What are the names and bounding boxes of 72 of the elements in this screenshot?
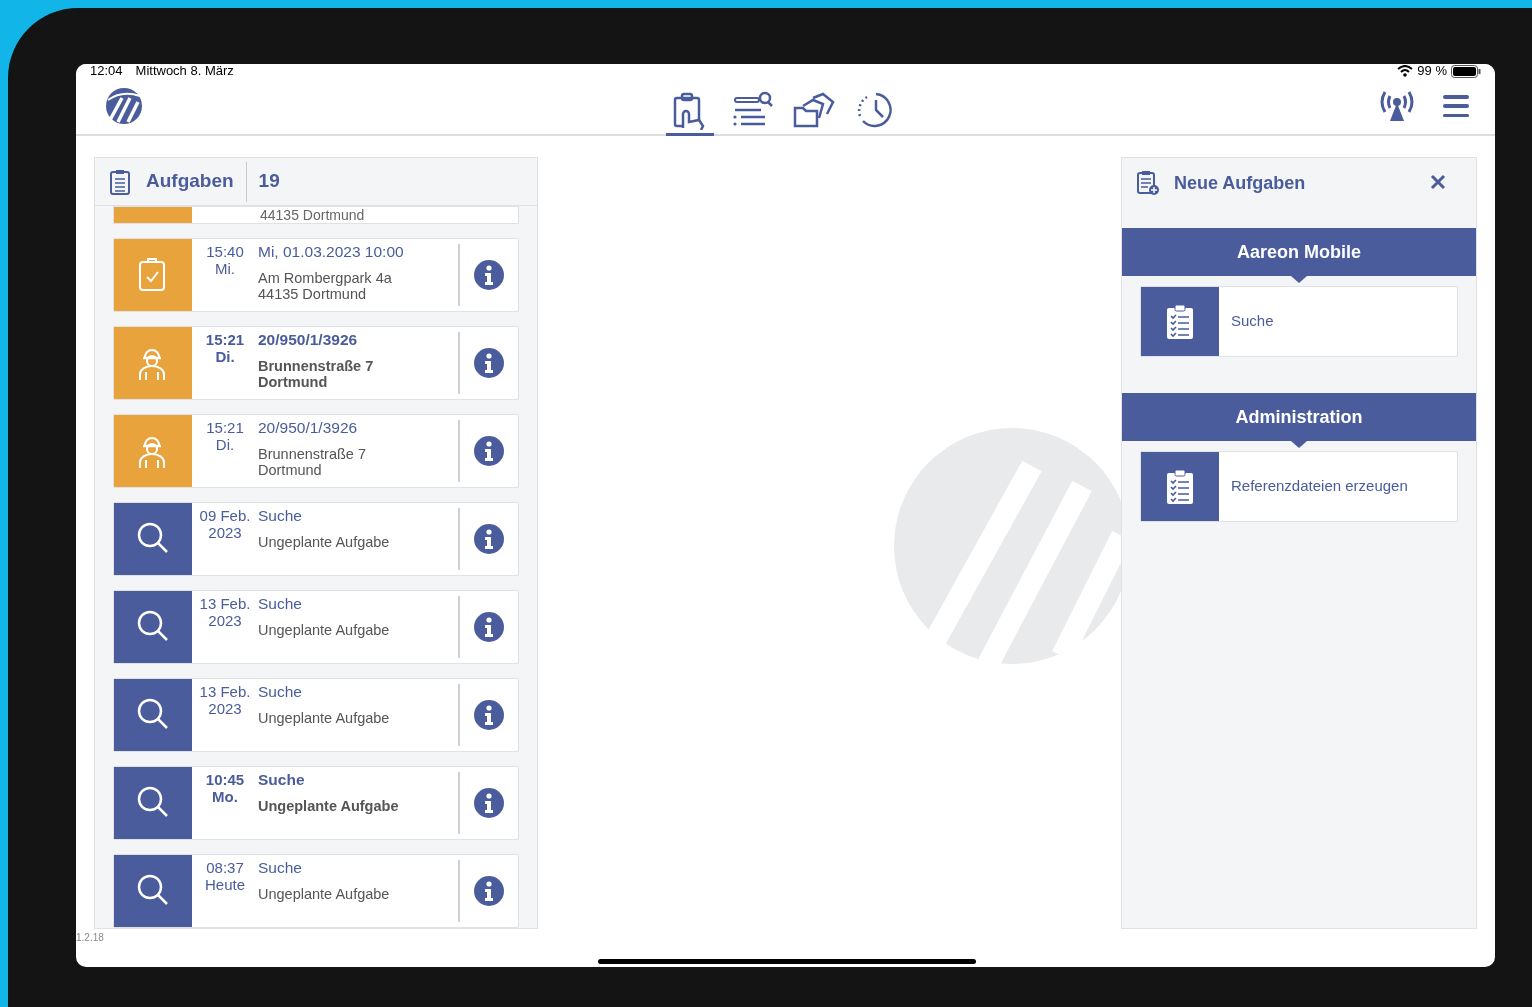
section-header: Aareon Mobile bbox=[1122, 228, 1476, 276]
task-day: Di. bbox=[215, 348, 235, 365]
panel-title: Neue Aufgaben bbox=[1174, 172, 1306, 195]
task-address: 44135 Dortmund bbox=[260, 207, 365, 223]
wifi-icon bbox=[1397, 65, 1414, 77]
folders-icon bbox=[793, 90, 835, 130]
task-day: 2023 bbox=[208, 524, 242, 541]
task-time: 15:21 bbox=[205, 331, 245, 348]
task-row[interactable]: 15:21 Di. 20/950/1/3926 Brunnenstraße 7 Dortmund bbox=[113, 414, 519, 488]
task-title: 20/950/1/3926 bbox=[258, 419, 359, 437]
battery-percent: 99 % bbox=[1417, 64, 1447, 81]
status-time: 12:04 bbox=[90, 64, 123, 81]
info-icon bbox=[473, 875, 505, 907]
clipboard-add-icon bbox=[1136, 170, 1160, 196]
menu-button[interactable] bbox=[1443, 95, 1469, 117]
battery-icon bbox=[1451, 64, 1481, 78]
task-time: 09 Feb. bbox=[199, 507, 251, 524]
task-title: Suche bbox=[258, 859, 303, 877]
task-time: 10:45 bbox=[205, 771, 245, 788]
task-title: Suche bbox=[258, 507, 303, 525]
section-header: Administration bbox=[1122, 393, 1476, 441]
task-count: 19 bbox=[258, 169, 280, 194]
version-label: 1.2.18 bbox=[76, 931, 104, 945]
checklist-icon bbox=[1166, 468, 1194, 505]
task-title: Suche bbox=[258, 771, 306, 789]
task-row[interactable]: 09 Feb. 2023 Suche Ungeplante Aufgabe bbox=[113, 502, 519, 576]
info-icon bbox=[473, 611, 505, 643]
task-time: 15:40 bbox=[206, 243, 244, 260]
info-icon bbox=[473, 699, 505, 731]
info-icon bbox=[473, 787, 505, 819]
close-icon[interactable] bbox=[1430, 174, 1446, 190]
new-task-item[interactable]: Suche bbox=[1140, 286, 1458, 357]
task-title: Suche bbox=[258, 595, 303, 613]
task-row[interactable]: 13 Feb. 2023 Suche Ungeplante Aufgabe bbox=[113, 678, 519, 752]
task-row[interactable]: 13 Feb. 2023 Suche Ungeplante Aufgabe bbox=[113, 590, 519, 664]
task-address: Brunnenstraße 7 bbox=[258, 446, 367, 462]
new-task-item[interactable]: Referenzdateien erzeugen bbox=[1140, 451, 1458, 522]
task-day: Di. bbox=[215, 436, 235, 453]
task-address: Dortmund bbox=[258, 462, 323, 478]
status-date: Mittwoch 8. März bbox=[135, 64, 234, 81]
task-time: 13 Feb. bbox=[199, 595, 251, 612]
task-row[interactable]: 15:21 Di. 20/950/1/3926 Brunnenstraße 7 Dortmund bbox=[113, 326, 519, 400]
task-day: Heute bbox=[205, 876, 245, 893]
task-title: Mi, 01.03.2023 10:00 bbox=[258, 243, 405, 261]
info-icon bbox=[473, 347, 505, 379]
task-title: Suche bbox=[258, 683, 303, 701]
task-row[interactable]: 15:40 Mi. Mi, 01.03.2023 10:00 Am Rombergpark 4a 44135 Dortmund bbox=[113, 238, 519, 312]
task-address: Ungeplante Aufgabe bbox=[258, 534, 391, 550]
clipboard-icon bbox=[109, 168, 131, 195]
task-title: 20/950/1/3926 bbox=[258, 331, 359, 349]
task-address: Ungeplante Aufgabe bbox=[258, 710, 391, 726]
panel-title: Aufgaben bbox=[146, 169, 235, 194]
task-address: Ungeplante Aufgabe bbox=[258, 886, 391, 902]
task-address: Ungeplante Aufgabe bbox=[258, 798, 400, 814]
info-icon bbox=[473, 435, 505, 467]
task-address: Dortmund bbox=[258, 374, 329, 390]
task-time: 08:37 bbox=[206, 859, 244, 876]
task-address: Am Rombergpark 4a bbox=[258, 270, 393, 286]
task-row[interactable]: 10:45 Mo. Suche Ungeplante Aufgabe bbox=[113, 766, 519, 840]
info-icon bbox=[473, 259, 505, 291]
task-day: 2023 bbox=[208, 700, 242, 717]
task-address: 44135 Dortmund bbox=[258, 286, 367, 302]
task-time: 13 Feb. bbox=[199, 683, 251, 700]
task-time: 15:21 bbox=[206, 419, 244, 436]
task-address: Brunnenstraße 7 bbox=[258, 358, 375, 374]
checklist-icon bbox=[1166, 303, 1194, 340]
task-row[interactable]: 08:37 Heute Suche Ungeplante Aufgabe bbox=[113, 854, 519, 928]
task-day: 2023 bbox=[208, 612, 242, 629]
info-icon bbox=[473, 523, 505, 555]
task-day: Mo. bbox=[212, 788, 238, 805]
task-day: Mi. bbox=[215, 260, 235, 277]
task-address: Ungeplante Aufgabe bbox=[258, 622, 391, 638]
